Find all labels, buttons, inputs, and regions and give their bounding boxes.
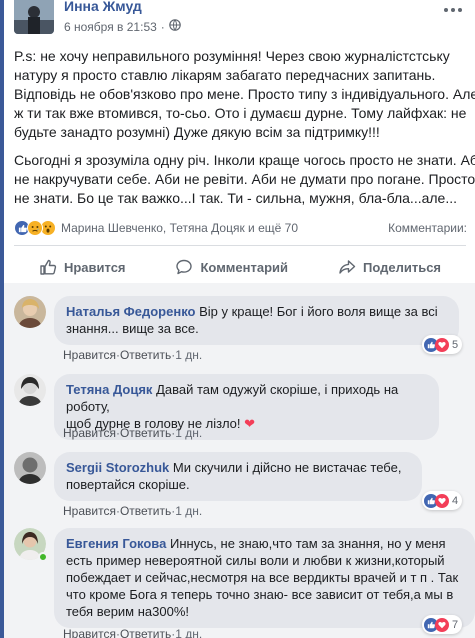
post-paragraph-1: P.s: не хочу неправильного розуміння! Че… [14, 47, 475, 142]
comment-text: есть пример невероятной силы воли и любв… [66, 553, 445, 568]
comment-text: что кроме Бога я теперь точно знаю- все … [66, 587, 454, 602]
love-icon [435, 337, 449, 352]
comment-text: повертайся скоріше. [66, 477, 190, 492]
like-button[interactable]: Нравится [39, 258, 126, 276]
divider [14, 245, 466, 246]
share-label: Поделиться [362, 259, 442, 275]
sad-icon[interactable] [27, 220, 43, 236]
comment-reply-link[interactable]: Ответить [120, 627, 171, 638]
text-line: Відповідь не обов'язково про мене. Прост… [14, 86, 475, 102]
reaction-names-link[interactable]: Марина Шевченко, Тетяна Доцяк и ещё 70 [61, 221, 298, 235]
author-avatar[interactable] [14, 0, 54, 34]
post-header: Инна Жмуд 6 ноября в 21:53 · [14, 0, 181, 34]
comment-time[interactable]: 1 дн. [175, 627, 202, 638]
commenter-name[interactable]: Евгения Гокова [66, 536, 166, 551]
comment-text: Вір у краще! Бог і його воля вище за всі [199, 304, 438, 319]
comment-like-link[interactable]: Нравится [63, 504, 116, 518]
comment-like-link[interactable]: Нравится [63, 627, 116, 638]
comments-count-link[interactable]: Комментарии: [388, 221, 467, 235]
speech-bubble-icon [176, 259, 193, 275]
post-timestamp[interactable]: 6 ноября в 21:53 [64, 20, 157, 34]
post-meta: 6 ноября в 21:53 · [64, 19, 181, 34]
comment-bubble: Sergii Storozhuk Ми скучили і дійсно не … [54, 452, 422, 501]
commenter-avatar[interactable] [14, 452, 46, 484]
reaction-count: 7 [452, 618, 459, 631]
text-line: P.s: не хочу неправильного розуміння! Че… [14, 48, 450, 64]
post-author-name[interactable]: Инна Жмуд [64, 0, 181, 14]
commenter-avatar[interactable] [14, 528, 48, 562]
comment-reply-link[interactable]: Ответить [120, 426, 171, 440]
like-label: Нравится [63, 259, 126, 275]
more-options-icon[interactable] [441, 2, 465, 12]
comment-label: Комментарий [200, 259, 289, 275]
comment-actions: Нравится · Ответить · 1 дн. [63, 504, 202, 518]
comment-text: тебя верим на300%! [66, 604, 190, 619]
comment-actions: Нравится · Ответить · 1 дн. [63, 426, 202, 440]
text-line: не накручувати себе. Аби не ревіти. Аби … [14, 171, 475, 187]
comment-bubble: Евгения Гокова Иннусь, не знаю,что там з… [54, 528, 475, 628]
share-arrow-icon [339, 260, 356, 274]
comment-actions: Нравится · Ответить · 1 дн. [63, 348, 202, 362]
comment-bubble: Наталья Федоренко Вір у краще! Бог і йог… [54, 296, 459, 345]
comment-text: побеждает и сейчас,несмотря на все верди… [66, 570, 459, 585]
comment-actions: Нравится · Ответить · 1 дн. [63, 627, 202, 638]
commenter-avatar[interactable] [14, 296, 46, 328]
globe-icon [168, 19, 181, 34]
post-action-bar: Нравится Комментарий Поделиться [14, 252, 466, 282]
thumbs-up-icon [40, 259, 57, 275]
text-line: натуру я просто ставлю лікарям забагато … [14, 67, 436, 83]
comment-time[interactable]: 1 дн. [175, 426, 202, 440]
comment-text: знання... вище за все. [66, 321, 199, 336]
text-line: будьте занадто розумні) Дуже дякую всім … [14, 124, 380, 140]
commenter-name[interactable]: Наталья Федоренко [66, 304, 195, 319]
post-body: P.s: не хочу неправильного розуміння! Че… [14, 47, 475, 217]
comment-button[interactable]: Комментарий [175, 258, 288, 276]
separator-dot: · [160, 19, 165, 34]
post-paragraph-2: Сьогодні я зрозуміла одну річ. Інколи кр… [14, 151, 475, 208]
author-block: Инна Жмуд 6 ноября в 21:53 · [64, 0, 181, 34]
commenter-avatar[interactable] [14, 374, 46, 406]
share-button[interactable]: Поделиться [338, 258, 441, 276]
commenter-name[interactable]: Sergii Storozhuk [66, 460, 169, 475]
reaction-count: 5 [452, 338, 459, 351]
text-line: не знати. Бо це так важко...І так. Ти - … [14, 190, 458, 206]
comment-time[interactable]: 1 дн. [175, 504, 202, 518]
commenter-name[interactable]: Тетяна Доцяк [66, 382, 152, 397]
comment-reply-link[interactable]: Ответить [120, 504, 171, 518]
comment-like-link[interactable]: Нравится [63, 348, 116, 362]
comment-reactions[interactable]: 5 [422, 335, 463, 354]
heart-emoji: ❤ [244, 416, 256, 431]
reactions-summary: Марина Шевченко, Тетяна Доцяк и ещё 70 К… [14, 220, 475, 236]
comment-reactions[interactable]: 7 [422, 615, 463, 634]
comment-reply-link[interactable]: Ответить [120, 348, 171, 362]
reaction-count: 4 [452, 494, 459, 507]
comment-time[interactable]: 1 дн. [175, 348, 202, 362]
online-status-indicator [38, 552, 48, 562]
comment-reactions[interactable]: 4 [422, 491, 463, 510]
comment-text: Иннусь, не знаю,что там за знання, но у … [169, 536, 446, 551]
love-icon [435, 617, 449, 632]
text-line: Сьогодні я зрозуміла одну річ. Інколи кр… [14, 152, 475, 168]
text-line: ж ти так вже втомився, то-сьо. Ото і дум… [14, 105, 467, 121]
comment-text: Ми скучили і дійсно не вистачає тебе, [172, 460, 402, 475]
comment-like-link[interactable]: Нравится [63, 426, 116, 440]
love-icon [435, 493, 449, 508]
facebook-post: Инна Жмуд 6 ноября в 21:53 · P.s: не хоч… [0, 0, 475, 638]
